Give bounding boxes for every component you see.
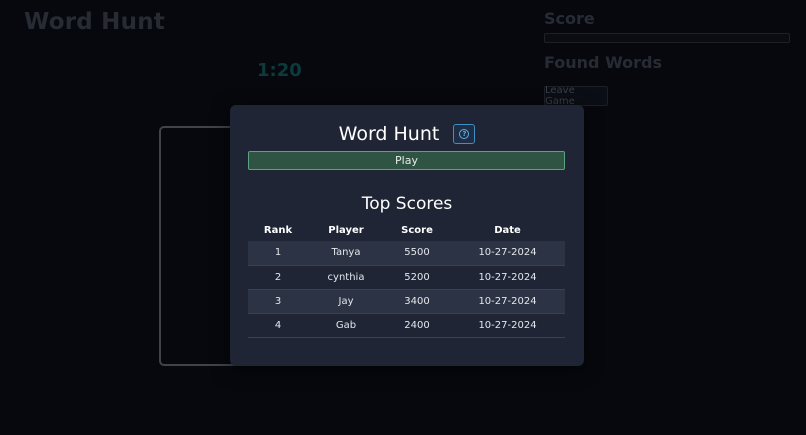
help-button[interactable]: ? <box>453 124 476 144</box>
leave-game-button[interactable]: Leave Game <box>544 85 608 107</box>
start-modal: Word Hunt ? Play Top Scores Rank Player … <box>230 105 584 366</box>
top-scores-table: Rank Player Score Date 1 Tanya 5500 10-2… <box>248 219 565 338</box>
question-circle-icon: ? <box>459 129 470 139</box>
player-cell: Jay <box>308 289 384 314</box>
column-header-player: Player <box>328 224 364 236</box>
score-cell: 3400 <box>384 289 450 314</box>
table-row: 2 cynthia 5200 10-27-2024 <box>248 265 565 290</box>
column-header-date: Date <box>494 224 521 236</box>
score-bar <box>544 33 790 43</box>
rank-cell: 3 <box>248 289 308 314</box>
top-scores-title: Top Scores <box>361 194 453 214</box>
rank-cell: 4 <box>248 313 308 338</box>
date-cell: 10-27-2024 <box>450 289 565 314</box>
rank-cell: 2 <box>248 265 308 290</box>
player-cell: Gab <box>308 313 384 338</box>
player-cell: cynthia <box>308 265 384 290</box>
game-title: Word Hunt <box>24 9 165 35</box>
player-cell: Tanya <box>308 241 384 266</box>
score-label: Score <box>544 9 595 28</box>
table-header-row: Rank Player Score Date <box>248 219 565 241</box>
date-cell: 10-27-2024 <box>450 265 565 290</box>
date-cell: 10-27-2024 <box>450 241 565 266</box>
found-words-label: Found Words <box>544 53 663 72</box>
score-cell: 5200 <box>384 265 450 290</box>
table-row: 4 Gab 2400 10-27-2024 <box>248 313 565 338</box>
score-cell: 2400 <box>384 313 450 338</box>
modal-title: Word Hunt <box>338 123 440 145</box>
timer: 1:20 <box>257 60 302 81</box>
rank-cell: 1 <box>248 241 308 266</box>
modal-header: Word Hunt ? <box>230 123 584 145</box>
table-row: 3 Jay 3400 10-27-2024 <box>248 289 565 314</box>
date-cell: 10-27-2024 <box>450 313 565 338</box>
score-cell: 5500 <box>384 241 450 266</box>
column-header-score: Score <box>401 224 433 236</box>
column-header-rank: Rank <box>263 224 293 236</box>
play-button[interactable]: Play <box>248 151 565 170</box>
table-row: 1 Tanya 5500 10-27-2024 <box>248 241 565 266</box>
